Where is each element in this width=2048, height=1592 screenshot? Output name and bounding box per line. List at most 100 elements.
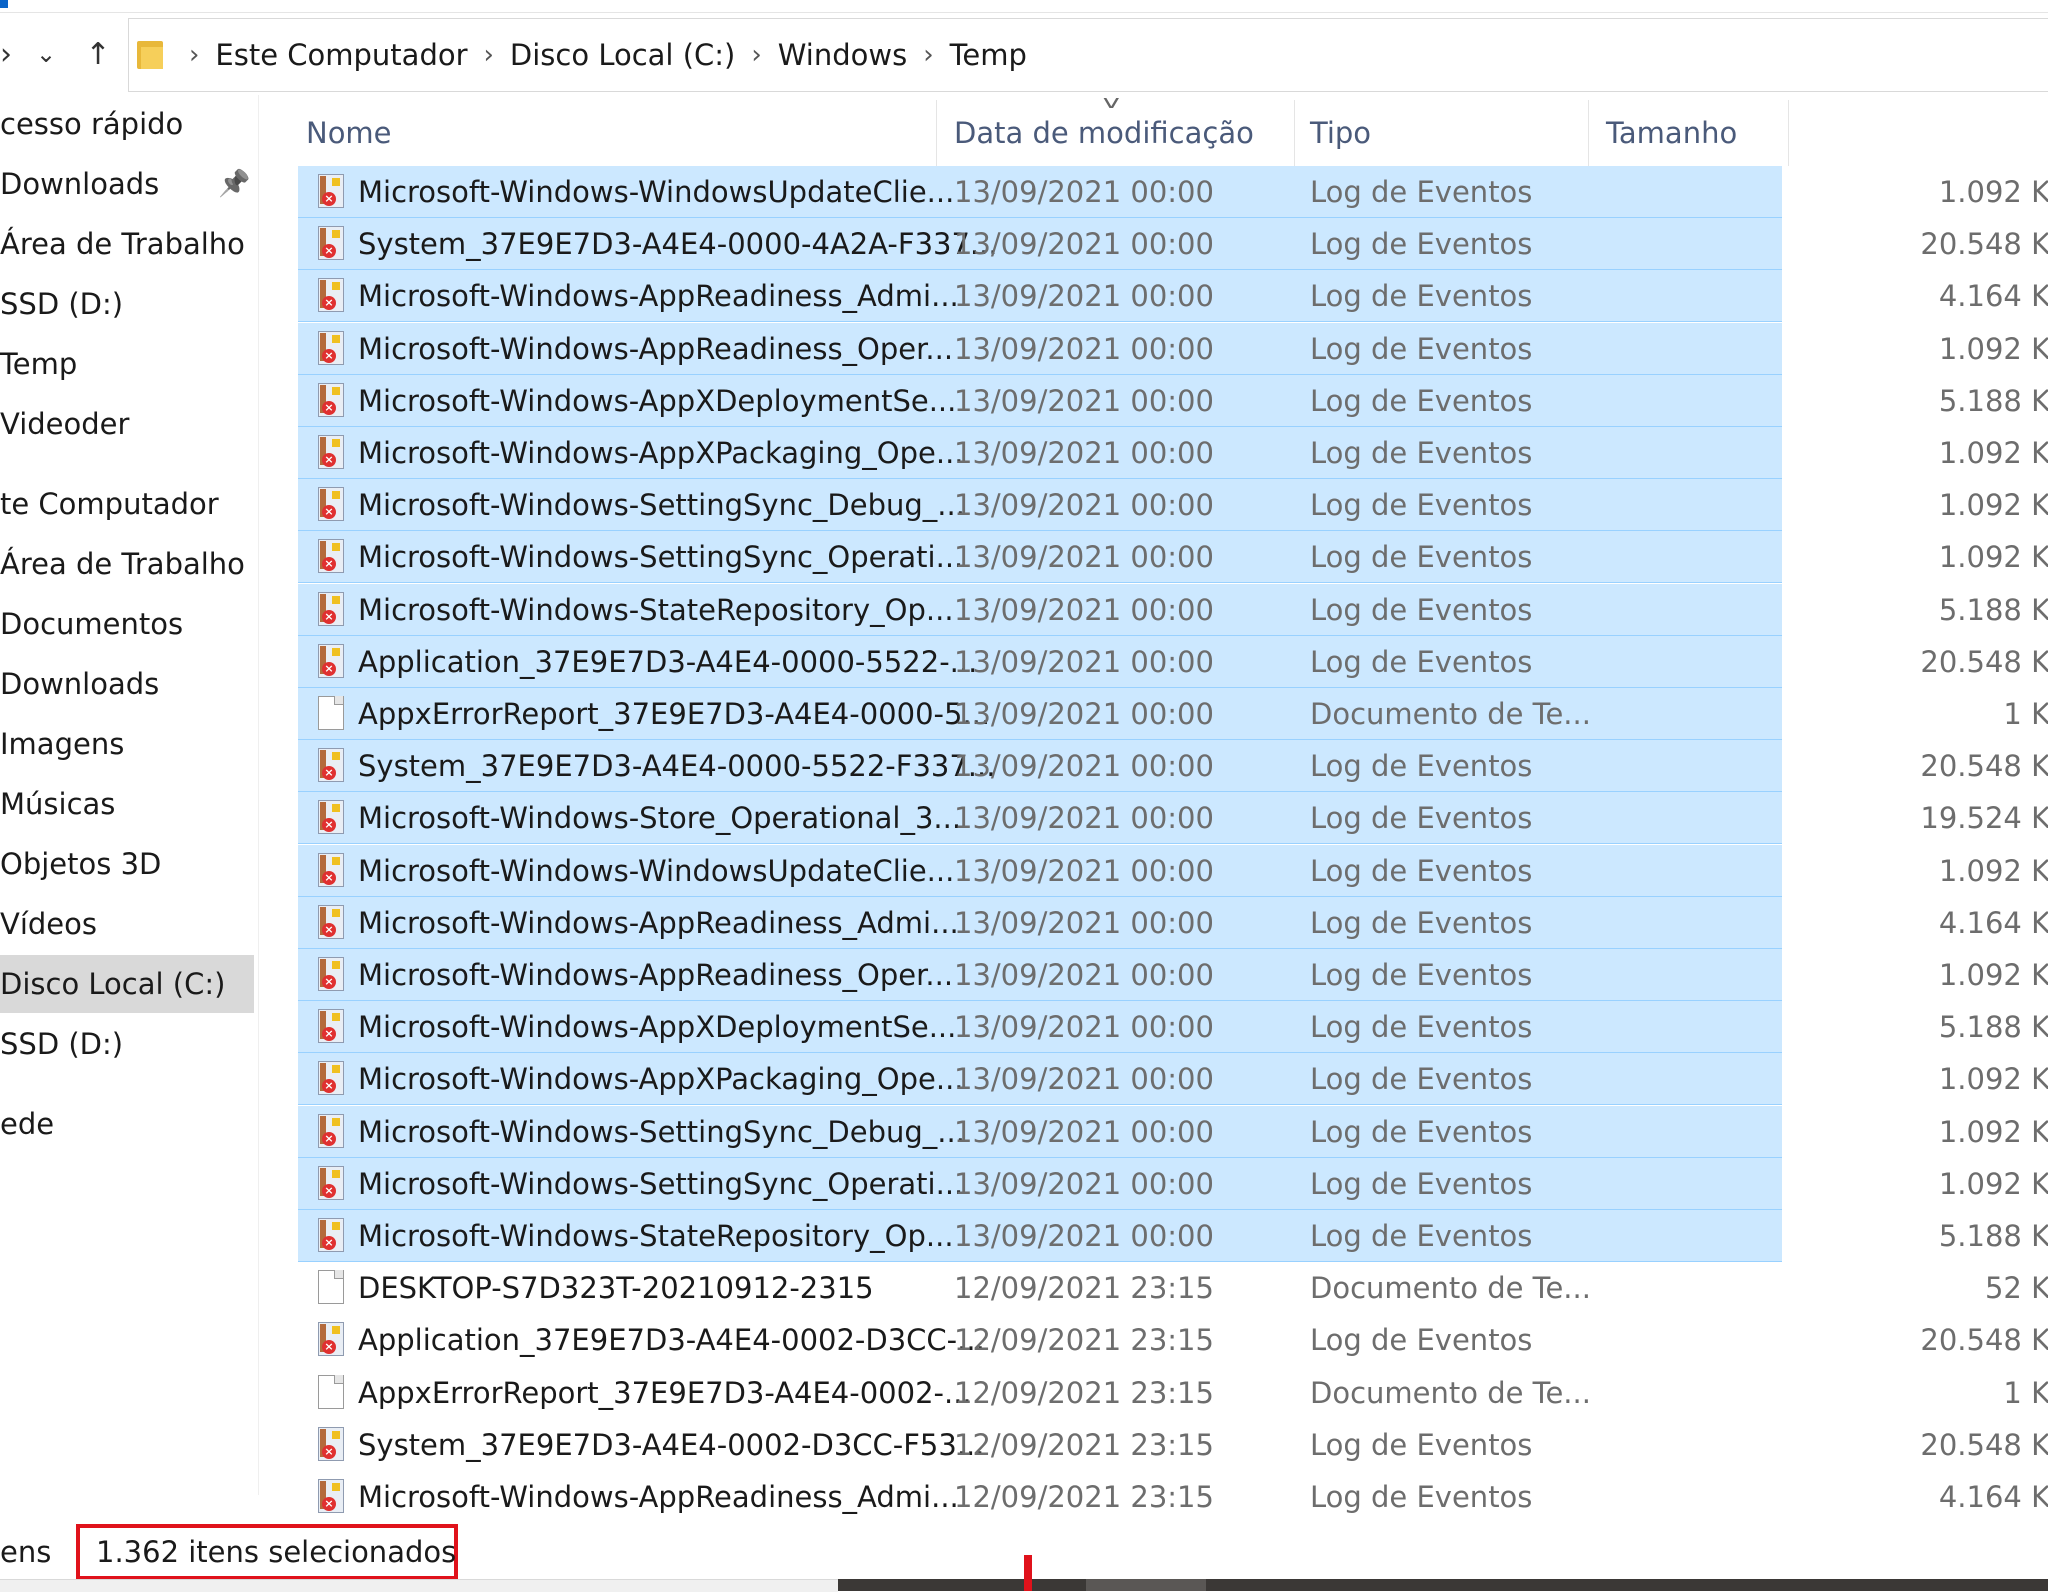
file-row[interactable]: × Microsoft-Windows-AppReadiness_Admi... 1…	[298, 1471, 2048, 1523]
file-row[interactable]: × System_37E9E7D3-A4E4-0000-4A2A-F337... 1…	[298, 218, 2048, 271]
event-log-icon: ×	[314, 1061, 344, 1097]
sidebar-item[interactable]: SSD (D:)	[0, 275, 254, 333]
breadcrumb-temp[interactable]: Temp	[950, 38, 1027, 72]
sidebar-item-label: cesso rápido	[0, 107, 184, 141]
column-resize-handle[interactable]	[1294, 100, 1295, 166]
file-size: 52 KB	[1984, 1271, 2048, 1306]
event-log-icon: ×	[314, 435, 344, 471]
folder-icon	[137, 41, 163, 69]
sidebar-item[interactable]: Objetos 3D	[0, 835, 254, 893]
sidebar-item-label: SSD (D:)	[0, 287, 124, 321]
sort-descending-chevron-icon: v	[1102, 92, 1120, 113]
pin-icon[interactable]: 📌	[218, 155, 250, 213]
file-type: Log de Eventos	[1310, 1166, 1533, 1201]
event-log-icon: ×	[314, 226, 344, 262]
sidebar-item-label: Temp	[0, 347, 78, 381]
file-row[interactable]: × Application_37E9E7D3-A4E4-0000-5522-...…	[298, 635, 2048, 688]
breadcrumb-disco-local[interactable]: Disco Local (C:)	[510, 38, 735, 72]
breadcrumb-windows[interactable]: Windows	[778, 38, 907, 72]
file-row[interactable]: AppxErrorReport_37E9E7D3-A4E4-0002-... 12…	[298, 1367, 2048, 1419]
file-row[interactable]: × Application_37E9E7D3-A4E4-0002-D3CC-...…	[298, 1314, 2048, 1366]
file-row[interactable]: × Microsoft-Windows-SettingSync_Debug_...…	[298, 1105, 2048, 1158]
column-header-name[interactable]: Nome	[306, 100, 392, 166]
column-resize-handle[interactable]	[1788, 100, 1789, 166]
file-row[interactable]: × Microsoft-Windows-SettingSync_Debug_...…	[298, 479, 2048, 532]
file-row[interactable]: × Microsoft-Windows-AppXPackaging_Ope... 1…	[298, 427, 2048, 479]
file-date-modified: 13/09/2021 00:00	[954, 227, 1214, 262]
sidebar-item[interactable]: Área de Trabalho	[0, 535, 254, 593]
file-row[interactable]: × Microsoft-Windows-Store_Operational_3..…	[298, 792, 2048, 845]
file-size: 20.548 KB	[1920, 1323, 2048, 1358]
column-resize-handle[interactable]	[1588, 100, 1589, 166]
file-size: 1.092 KB	[1938, 958, 2048, 992]
breadcrumb-chevron-icon[interactable]: ›	[923, 40, 933, 70]
recent-locations-chevron-down-icon[interactable]: ⌄	[26, 32, 66, 76]
file-type: Log de Eventos	[1310, 958, 1533, 992]
sidebar-item[interactable]: Área de Trabalho	[0, 215, 254, 273]
sidebar-item[interactable]: Músicas	[0, 775, 254, 833]
column-resize-handle[interactable]	[936, 100, 937, 166]
file-row[interactable]: × Microsoft-Windows-AppReadiness_Admi... 1…	[298, 896, 2048, 949]
file-date-modified: 12/09/2021 23:15	[954, 1375, 1214, 1410]
file-row[interactable]: × Microsoft-Windows-StateRepository_Op...…	[298, 1210, 2048, 1262]
sidebar-item[interactable]: Documentos	[0, 595, 254, 653]
sidebar-item[interactable]: cesso rápido	[0, 95, 254, 153]
file-row[interactable]: AppxErrorReport_37E9E7D3-A4E4-0000-5... 1…	[298, 688, 2048, 740]
sidebar-item[interactable]: ede	[0, 1095, 254, 1153]
file-date-modified: 13/09/2021 00:00	[954, 853, 1214, 888]
file-row[interactable]: × Microsoft-Windows-AppReadiness_Oper... 1…	[298, 949, 2048, 1001]
file-row[interactable]: × Microsoft-Windows-SettingSync_Operati..…	[298, 1157, 2048, 1210]
sidebar-item[interactable]: Downloads 📌	[0, 155, 254, 213]
file-size: 20.548 KB	[1920, 749, 2048, 784]
breadcrumb-chevron-icon[interactable]: ›	[189, 40, 199, 70]
column-header-size[interactable]: Tamanho	[1606, 100, 1737, 166]
breadcrumb-chevron-icon[interactable]: ›	[751, 40, 761, 70]
file-row[interactable]: × Microsoft-Windows-SettingSync_Operati..…	[298, 531, 2048, 584]
selected-count-highlight: 1.362 itens selecionados	[76, 1524, 458, 1580]
file-row[interactable]: × Microsoft-Windows-AppXDeploymentSe... 13…	[298, 374, 2048, 427]
sidebar-item[interactable]: SSD (D:)	[0, 1015, 254, 1073]
file-row[interactable]: × Microsoft-Windows-AppReadiness_Oper... 1…	[298, 322, 2048, 375]
event-log-icon: ×	[314, 1218, 344, 1254]
taskbar-app-button[interactable]	[1086, 1579, 1206, 1591]
file-date-modified: 13/09/2021 00:00	[954, 905, 1214, 940]
file-size: 1.092 KB	[1938, 540, 2048, 575]
file-row[interactable]: × Microsoft-Windows-StateRepository_Op...…	[298, 583, 2048, 636]
sidebar-item-label: te Computador	[0, 487, 219, 521]
sidebar-item[interactable]: Vídeos	[0, 895, 254, 953]
file-row[interactable]: × Microsoft-Windows-WindowsUpdateClie... 1…	[298, 844, 2048, 897]
sidebar-item[interactable]: Imagens	[0, 715, 254, 773]
forward-arrow-icon[interactable]: ›	[0, 32, 26, 76]
sidebar-item[interactable]: Temp	[0, 335, 254, 393]
file-row[interactable]: × Microsoft-Windows-AppXPackaging_Ope... 1…	[298, 1053, 2048, 1106]
file-row[interactable]: × System_37E9E7D3-A4E4-0000-5522-F337... 1…	[298, 740, 2048, 793]
sidebar-item[interactable]: Disco Local (C:)	[0, 955, 254, 1013]
file-row[interactable]: × Microsoft-Windows-AppXDeploymentSe... 13…	[298, 1001, 2048, 1054]
event-log-icon: ×	[314, 330, 344, 367]
event-log-icon: ×	[314, 539, 344, 575]
file-type: Documento de Te...	[1310, 1375, 1591, 1410]
file-row[interactable]: × Microsoft-Windows-AppReadiness_Admi... 1…	[298, 270, 2048, 323]
file-type: Log de Eventos	[1310, 1323, 1533, 1358]
sidebar-item-label: Vídeos	[0, 907, 97, 941]
file-type: Log de Eventos	[1310, 1114, 1533, 1149]
breadcrumb-chevron-icon[interactable]: ›	[484, 40, 494, 70]
sidebar-item[interactable]: Downloads	[0, 655, 254, 713]
pane-divider[interactable]	[258, 95, 259, 1495]
sidebar-item-label: Objetos 3D	[0, 847, 162, 881]
text-document-icon	[314, 1270, 344, 1306]
address-bar[interactable]: › Este Computador › Disco Local (C:) › W…	[128, 18, 2048, 92]
sidebar-item[interactable]: te Computador	[0, 475, 254, 533]
sidebar-item-label: Downloads	[0, 667, 160, 701]
column-header-type[interactable]: Tipo	[1310, 100, 1371, 166]
event-log-icon: ×	[314, 800, 344, 836]
navigation-bar: › ⌄ ↑ › Este Computador › Disco Local (C…	[0, 14, 2048, 94]
breadcrumb-este-computador[interactable]: Este Computador	[215, 38, 467, 72]
sidebar-item[interactable]: Videoder	[0, 395, 254, 453]
up-arrow-icon[interactable]: ↑	[78, 32, 118, 76]
file-row[interactable]: × Microsoft-Windows-WindowsUpdateClie... 1…	[298, 166, 2048, 218]
file-row[interactable]: DESKTOP-S7D323T-20210912-2315 12/09/2021 …	[298, 1262, 2048, 1314]
file-size: 1 KB	[2003, 697, 2048, 731]
file-row[interactable]: × System_37E9E7D3-A4E4-0002-D3CC-F53... 12…	[298, 1419, 2048, 1471]
event-log-icon: ×	[314, 852, 344, 889]
